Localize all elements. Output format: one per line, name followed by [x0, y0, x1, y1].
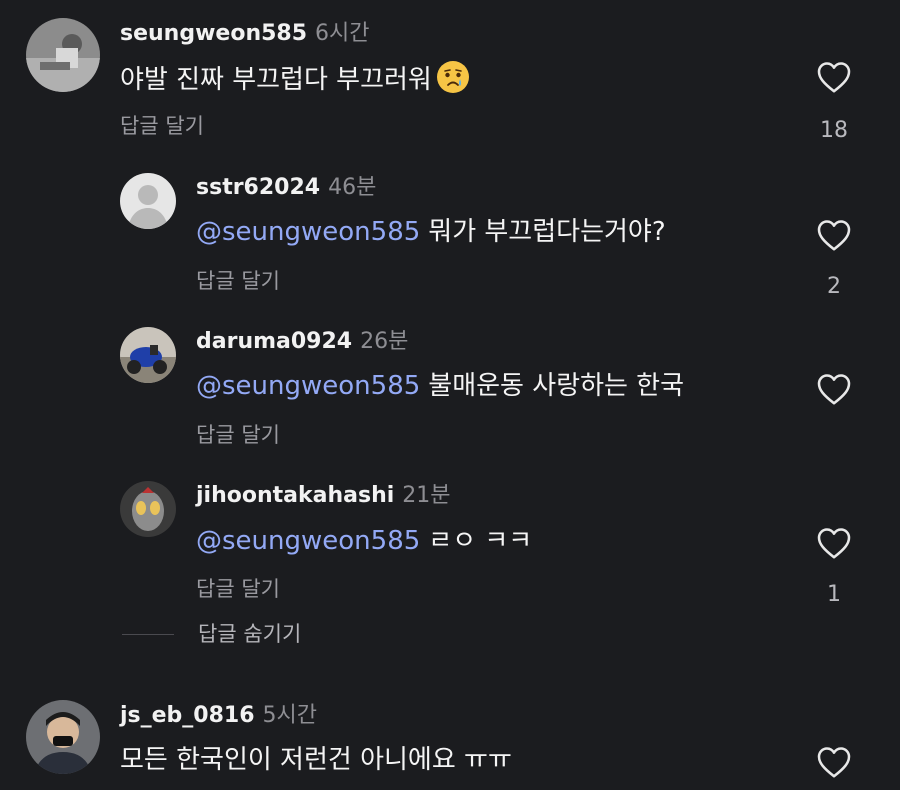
divider [122, 633, 174, 635]
comment-time: 21분 [402, 483, 451, 508]
comment-body: 모든 한국인이 저런건 아니에요 ㅠㅠ [120, 743, 512, 777]
hide-replies-label: 답글 숨기기 [198, 622, 302, 646]
like-count: 2 [827, 274, 841, 299]
comment-time: 46분 [328, 175, 377, 200]
comment-body: @seungweon585 ㄹㅇ ㅋㅋ [196, 524, 532, 558]
avatar[interactable] [120, 481, 176, 537]
comment-time: 5시간 [262, 703, 318, 728]
username[interactable]: seungweon585 [120, 21, 307, 46]
avatar-image [26, 18, 100, 92]
mention-link[interactable]: @seungweon585 [196, 217, 420, 247]
like-button[interactable] [812, 60, 856, 94]
heart-outline-icon [817, 528, 851, 559]
avatar[interactable] [26, 700, 100, 774]
comment-text: 모든 한국인이 저런건 아니에요 ㅠㅠ [120, 745, 512, 775]
hide-replies-button[interactable]: 답글 숨기기 [122, 620, 301, 648]
mention-link[interactable]: @seungweon585 [196, 371, 420, 401]
like-button[interactable] [812, 745, 856, 779]
comment-time: 6시간 [315, 21, 370, 46]
username[interactable]: js_eb_0816 [120, 703, 255, 728]
mention-link[interactable]: @seungweon585 [196, 526, 420, 556]
like-button[interactable] [812, 526, 856, 560]
crying-face-icon [436, 60, 470, 94]
heart-outline-icon [817, 747, 851, 778]
default-avatar-icon [120, 173, 176, 229]
avatar-image [26, 700, 100, 774]
avatar[interactable] [26, 18, 100, 92]
avatar[interactable] [120, 173, 176, 229]
reply-button[interactable]: 답글 달기 [120, 112, 204, 140]
comment-text: 야발 진짜 부끄럽다 부끄러워 [120, 65, 432, 95]
comment-text: ㄹㅇ ㅋㅋ [428, 526, 533, 556]
comment-body: 야발 진짜 부끄럽다 부끄러워 [120, 60, 470, 97]
like-button[interactable] [812, 372, 856, 406]
avatar-image [120, 481, 176, 537]
username[interactable]: daruma0924 [196, 329, 352, 354]
comment-body: @seungweon585 불매운동 사랑하는 한국 [196, 369, 684, 403]
reply-button[interactable]: 답글 달기 [196, 267, 280, 295]
avatar[interactable] [120, 327, 176, 383]
username[interactable]: jihoontakahashi [196, 483, 394, 508]
comment-time: 26분 [360, 329, 409, 354]
comment-text: 불매운동 사랑하는 한국 [428, 371, 685, 401]
heart-outline-icon [817, 220, 851, 251]
comment-text: 뭐가 부끄럽다는거야? [428, 217, 666, 247]
reply-button[interactable]: 답글 달기 [196, 421, 280, 449]
like-count: 1 [827, 582, 841, 607]
like-count: 18 [820, 118, 848, 143]
username[interactable]: sstr62024 [196, 175, 320, 200]
like-button[interactable] [812, 218, 856, 252]
reply-button[interactable]: 답글 달기 [196, 575, 280, 603]
avatar-image [120, 327, 176, 383]
heart-outline-icon [817, 62, 851, 93]
comment-body: @seungweon585 뭐가 부끄럽다는거야? [196, 215, 666, 249]
heart-outline-icon [817, 374, 851, 405]
